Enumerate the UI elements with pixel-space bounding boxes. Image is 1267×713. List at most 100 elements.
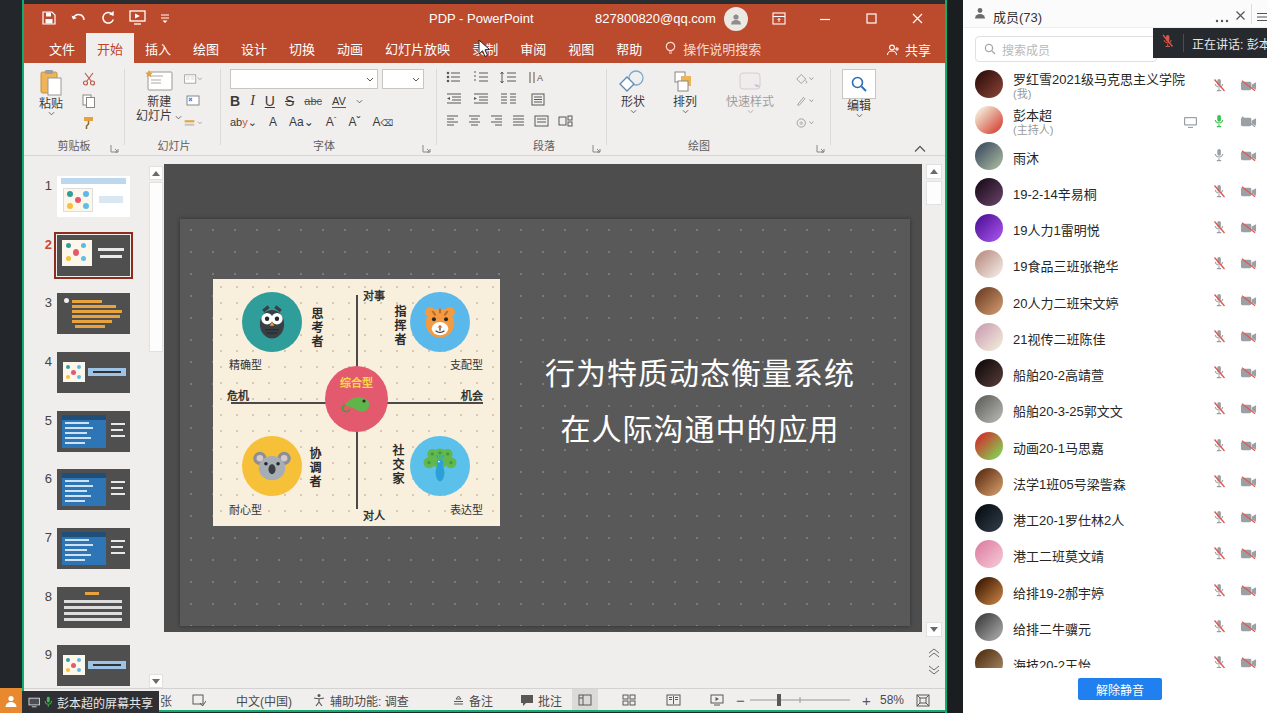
close-panel-icon[interactable] [1235, 7, 1246, 25]
tab-review[interactable]: 审阅 [509, 33, 557, 63]
font-dialog-launcher[interactable] [422, 139, 432, 149]
section-icon[interactable] [184, 115, 202, 131]
tab-draw[interactable]: 绘图 [182, 33, 230, 63]
tab-design[interactable]: 设计 [230, 33, 278, 63]
member-row[interactable]: 给排19-2郝宇婷 [963, 573, 1267, 609]
member-search-input[interactable]: 搜索成员 [975, 36, 1157, 62]
tab-transitions[interactable]: 切换 [278, 33, 326, 63]
format-painter-icon[interactable] [80, 115, 98, 131]
editing-button[interactable]: 编辑 [842, 69, 876, 118]
normal-view-button[interactable] [572, 689, 598, 710]
quick-styles-button[interactable]: 快速样式 [726, 69, 774, 114]
new-slide-button[interactable]: 新建幻灯片 [136, 69, 182, 123]
zoom-out-button[interactable]: − [736, 689, 745, 710]
member-row[interactable]: 法学1班05号梁訾森 [963, 464, 1267, 500]
cut-icon[interactable] [80, 71, 98, 87]
redo-icon[interactable] [100, 10, 115, 25]
slide-thumbnail-6[interactable] [57, 469, 130, 510]
zoom-slider[interactable] [750, 689, 850, 710]
zoom-in-button[interactable]: + [862, 689, 871, 710]
screen-share-toolbar[interactable]: 彭本超的屏幕共享 [22, 691, 159, 713]
increase-indent-icon[interactable] [473, 93, 489, 105]
reading-view-button[interactable] [660, 689, 686, 710]
layout-icon[interactable] [184, 71, 202, 87]
spellcheck-icon[interactable] [192, 689, 206, 710]
grow-font-button[interactable]: Aˆ [326, 115, 337, 129]
numbering-icon[interactable] [473, 71, 489, 83]
align-text-icon[interactable] [531, 93, 549, 106]
member-row[interactable]: 19人力1雷明悦 [963, 210, 1267, 246]
strikethrough-button[interactable]: S [285, 93, 294, 109]
text-direction-icon[interactable]: A [528, 71, 546, 84]
member-row[interactable]: 给排二牛骥元 [963, 609, 1267, 645]
notes-button[interactable]: 备注 [452, 689, 493, 710]
undo-icon[interactable] [70, 11, 86, 25]
member-row[interactable]: 彭本超 (主持人) [963, 102, 1267, 142]
change-case-button[interactable]: Aa⌄ [289, 115, 314, 129]
tab-animations[interactable]: 动画 [326, 33, 374, 63]
paste-button[interactable]: 粘贴 [38, 69, 64, 116]
slide-thumbnail-2[interactable] [57, 235, 130, 276]
member-row[interactable]: 雨沐 [963, 138, 1267, 174]
smartart-icon[interactable] [558, 115, 576, 127]
italic-button[interactable]: I [250, 93, 255, 109]
slide-title-text[interactable]: 行为特质动态衡量系统 在人际沟通中的应用 [520, 346, 880, 458]
slide-thumbnail-9[interactable] [57, 645, 130, 686]
minimize-button[interactable] [810, 4, 840, 33]
maximize-button[interactable] [856, 4, 886, 33]
copy-icon[interactable] [80, 93, 98, 109]
tab-help[interactable]: 帮助 [605, 33, 653, 63]
shape-effects-icon[interactable] [796, 115, 814, 131]
shrink-font-button[interactable]: Aˇ [348, 115, 360, 129]
reset-slide-icon[interactable] [184, 93, 202, 109]
editor-scrollbar[interactable] [922, 156, 945, 692]
member-row[interactable]: 罗红雪2021级马克思主义学院 (我) [963, 66, 1267, 106]
tab-insert[interactable]: 插入 [134, 33, 182, 63]
sidebar-toggle-icon[interactable] [1256, 8, 1267, 26]
slide-thumbnail-7[interactable] [57, 528, 130, 569]
bullets-icon[interactable] [446, 71, 462, 83]
accessibility-status[interactable]: 辅助功能: 调查 [312, 689, 409, 710]
slide-thumbnail-4[interactable] [57, 352, 130, 393]
member-row[interactable]: 港工二班莫文靖 [963, 536, 1267, 572]
arrange-button[interactable]: 排列 [672, 69, 698, 114]
slide-thumbnail-1[interactable] [57, 176, 130, 217]
account-avatar[interactable] [724, 7, 748, 31]
distribute-icon[interactable] [534, 115, 549, 127]
columns-icon[interactable] [500, 93, 520, 105]
shape-outline-icon[interactable] [796, 93, 814, 109]
member-row[interactable]: 19食品三班张艳华 [963, 246, 1267, 282]
clear-abc-button[interactable]: abc [304, 95, 322, 107]
close-button[interactable] [902, 4, 932, 33]
font-size-select[interactable] [382, 69, 424, 89]
char-spacing-button[interactable]: AV [332, 95, 346, 108]
underline-button[interactable]: U [265, 93, 275, 109]
collapse-ribbon-icon[interactable] [914, 139, 926, 157]
account-email[interactable]: 827800820@qq.com [595, 11, 716, 26]
zoom-percent[interactable]: 58% [880, 689, 904, 710]
slideshow-view-button[interactable] [704, 689, 730, 710]
slide-thumbnail-8[interactable] [57, 587, 130, 628]
member-row[interactable]: 21视传二班陈佳 [963, 319, 1267, 355]
fit-to-window-icon[interactable] [916, 689, 930, 710]
unmute-button[interactable]: 解除静音 [1078, 678, 1162, 700]
align-center-icon[interactable] [468, 115, 481, 127]
tab-file[interactable]: 文件 [38, 33, 86, 63]
line-spacing-icon[interactable] [500, 71, 517, 84]
member-row[interactable]: 19-2-14辛易桐 [963, 174, 1267, 210]
paragraph-dialog-launcher[interactable] [592, 139, 602, 149]
member-row[interactable]: 20人力二班宋文婷 [963, 283, 1267, 319]
clipboard-dialog-launcher[interactable] [110, 139, 120, 149]
tell-me-search[interactable]: 操作说明搜索 [653, 33, 772, 63]
phonetic-guide-button[interactable]: aby⌄ [230, 116, 257, 129]
slide-sorter-view-button[interactable] [616, 689, 642, 710]
char-border-button[interactable]: A [269, 115, 277, 129]
sharing-user-corner-icon[interactable] [0, 688, 22, 713]
tab-slideshow[interactable]: 幻灯片放映 [374, 33, 461, 63]
ribbon-display-options-icon[interactable] [764, 4, 794, 33]
share-button[interactable]: 共享 [886, 40, 931, 59]
decrease-indent-icon[interactable] [446, 93, 462, 105]
font-name-select[interactable] [230, 69, 378, 89]
align-left-icon[interactable] [446, 115, 459, 127]
current-slide[interactable]: 对事 对人 危机 机会 思考者 指挥者 协调者 社交家 [180, 219, 910, 626]
